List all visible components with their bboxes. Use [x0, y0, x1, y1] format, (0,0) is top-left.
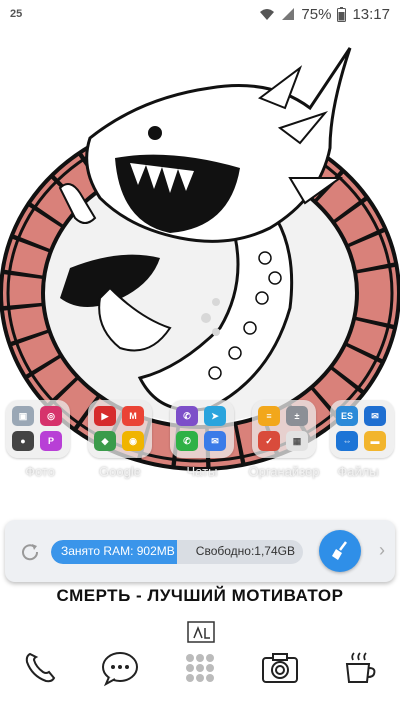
- home-folders: ▣ ◎ ● P Фото ▶ M ◆ ◉ Google ✆ ➤ ✆ ✉ Чаты…: [0, 400, 400, 495]
- files-icon: ▬: [364, 431, 386, 451]
- chrome-icon: ◉: [122, 431, 144, 451]
- folder-organizer-label: Органайзер: [248, 464, 320, 479]
- ram-used-label: Занято RAM: 902MB: [61, 544, 175, 558]
- calculator-icon: ±: [286, 406, 308, 426]
- viber-icon: ✆: [176, 406, 198, 426]
- chevron-right-icon[interactable]: ›: [379, 540, 385, 561]
- es-explorer-icon: ES: [336, 406, 358, 426]
- ram-widget: Занято RAM: 902MB Свободно:1,74GB ›: [5, 520, 395, 582]
- camera-icon: ●: [12, 431, 34, 451]
- folder-files[interactable]: ES ✉ ⇔ ▬: [330, 400, 394, 458]
- folder-files-label: Файлы: [337, 464, 379, 479]
- stamp-icon: [187, 621, 215, 643]
- gmail-icon: M: [122, 406, 144, 426]
- notes-icon: ≡: [258, 406, 280, 426]
- broom-icon: [332, 541, 347, 560]
- folder-chats[interactable]: ✆ ➤ ✆ ✉: [170, 400, 234, 458]
- apps-icon[interactable]: [180, 648, 220, 688]
- status-right: 75% 13:17: [259, 6, 390, 23]
- camera-icon[interactable]: [260, 648, 300, 688]
- clock: 13:17: [352, 5, 390, 23]
- wallpaper-motto: СМЕРТЬ - ЛУЧШИЙ МОТИВАТОР: [56, 586, 344, 605]
- youtube-icon: ▶: [94, 406, 116, 426]
- folder-foto[interactable]: ▣ ◎ ● P: [6, 400, 70, 458]
- whatsapp-icon: ✆: [176, 431, 198, 451]
- picsart-icon: P: [40, 431, 62, 451]
- folder-google-label: Google: [99, 464, 141, 479]
- notification-count: 25: [10, 8, 23, 20]
- messenger-icon: ✉: [204, 431, 226, 451]
- ram-free-label: Свободно:1,74GB: [195, 544, 295, 558]
- maps-icon: ◆: [94, 431, 116, 451]
- signal-icon: [282, 8, 295, 20]
- teamviewer-icon: ⇔: [336, 431, 358, 451]
- folder-google[interactable]: ▶ M ◆ ◉: [88, 400, 152, 458]
- coffee-icon[interactable]: [340, 648, 380, 688]
- ram-usage-bar: Занято RAM: 902MB Свободно:1,74GB: [51, 540, 303, 564]
- instagram-icon: ◎: [40, 406, 62, 426]
- gallery-icon: ▣: [12, 406, 34, 426]
- wifi-icon: [260, 9, 275, 20]
- folder-chats-label: Чаты: [186, 464, 218, 479]
- calendar-icon: ▦: [286, 431, 308, 451]
- tasks-icon: ✓: [258, 431, 280, 451]
- clean-button[interactable]: [319, 530, 361, 572]
- telegram-icon: ➤: [204, 406, 226, 426]
- folder-organizer[interactable]: ≡ ± ✓ ▦: [252, 400, 316, 458]
- messages-icon[interactable]: [100, 648, 140, 688]
- battery-icon: [337, 6, 347, 22]
- status-bar: 25 75% 13:17: [0, 0, 400, 28]
- mail-icon: ✉: [364, 406, 386, 426]
- phone-icon[interactable]: [20, 648, 60, 688]
- folder-foto-label: Фото: [25, 464, 55, 479]
- refresh-icon[interactable]: [19, 541, 41, 563]
- battery-percent: 75%: [301, 5, 332, 23]
